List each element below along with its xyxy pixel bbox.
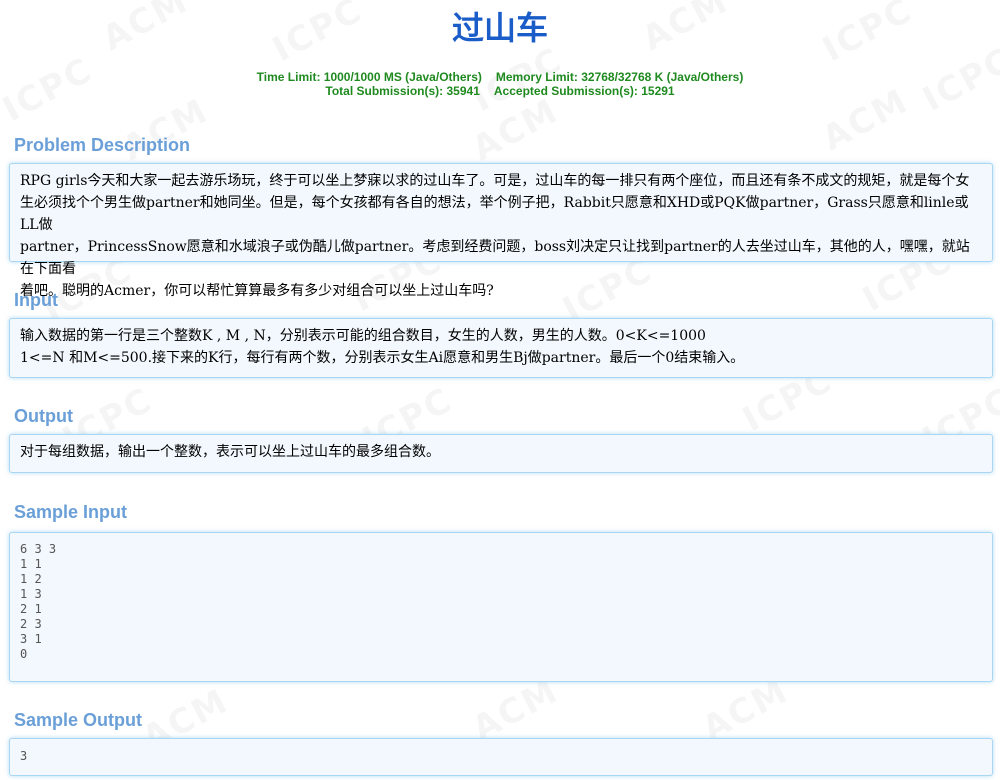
description-line: partner，PrincessSnow愿意和水域浪子或伪酷儿做partner。… [20,239,970,277]
sample-input-panel: 6 3 3 1 1 1 2 1 3 2 1 2 3 3 1 0 [9,532,993,682]
input-line: 输入数据的第一行是三个整数K , M , N，分别表示可能的组合数目，女生的人数… [20,328,706,344]
output-panel: 对于每组数据，输出一个整数，表示可以坐上过山车的最多组合数。 [9,434,993,473]
sample-output-heading: Sample Output [14,710,143,730]
description-line: 生必须找个个男生做partner和她同坐。但是，每个女孩都有各自的想法，举个例子… [20,195,969,233]
input-line: 1<=N 和M<=500.接下来的K行，每行有两个数，分别表示女生Ai愿意和男生… [20,350,745,366]
sample-output-code: 3 [20,749,28,763]
description-panel: RPG girls今天和大家一起去游乐场玩，终于可以坐上梦寐以求的过山车了。可是… [9,163,993,299]
accepted-submissions: Accepted Submission(s): 15291 [493,84,675,98]
limits-row-1: Time Limit: 1000/1000 MS (Java/Others) Me… [0,70,1000,84]
sample-input-heading: Sample Input [14,502,128,522]
output-line: 对于每组数据，输出一个整数，表示可以坐上过山车的最多组合数。 [20,444,440,460]
sample-output-panel: 3 [9,738,993,776]
total-submissions: Total Submission(s): 35941 [325,84,480,98]
problem-limits: Time Limit: 1000/1000 MS (Java/Others) Me… [0,70,1000,98]
sample-input-code: 6 3 3 1 1 1 2 1 3 2 1 2 3 3 1 0 [20,542,57,661]
limits-row-2: Total Submission(s): 35941 Accepted Submi… [0,84,1000,98]
watermark-acm: ACM [466,91,565,169]
page-title: 过山车 [451,9,548,47]
input-panel: 输入数据的第一行是三个整数K , M , N，分别表示可能的组合数目，女生的人数… [9,318,993,378]
time-limit: Time Limit: 1000/1000 MS (Java/Others) [256,70,482,84]
description-heading: Problem Description [14,135,191,155]
description-line: 着吧。聪明的Acmer，你可以帮忙算算最多有多少对组合可以坐上过山车吗? [20,283,494,299]
memory-limit: Memory Limit: 32768/32768 K (Java/Others… [495,70,744,84]
description-line: RPG girls今天和大家一起去游乐场玩，终于可以坐上梦寐以求的过山车了。可是… [20,173,970,189]
output-heading: Output [14,406,73,426]
input-heading: Input [14,290,58,310]
watermark-acm: ACM [116,91,215,169]
